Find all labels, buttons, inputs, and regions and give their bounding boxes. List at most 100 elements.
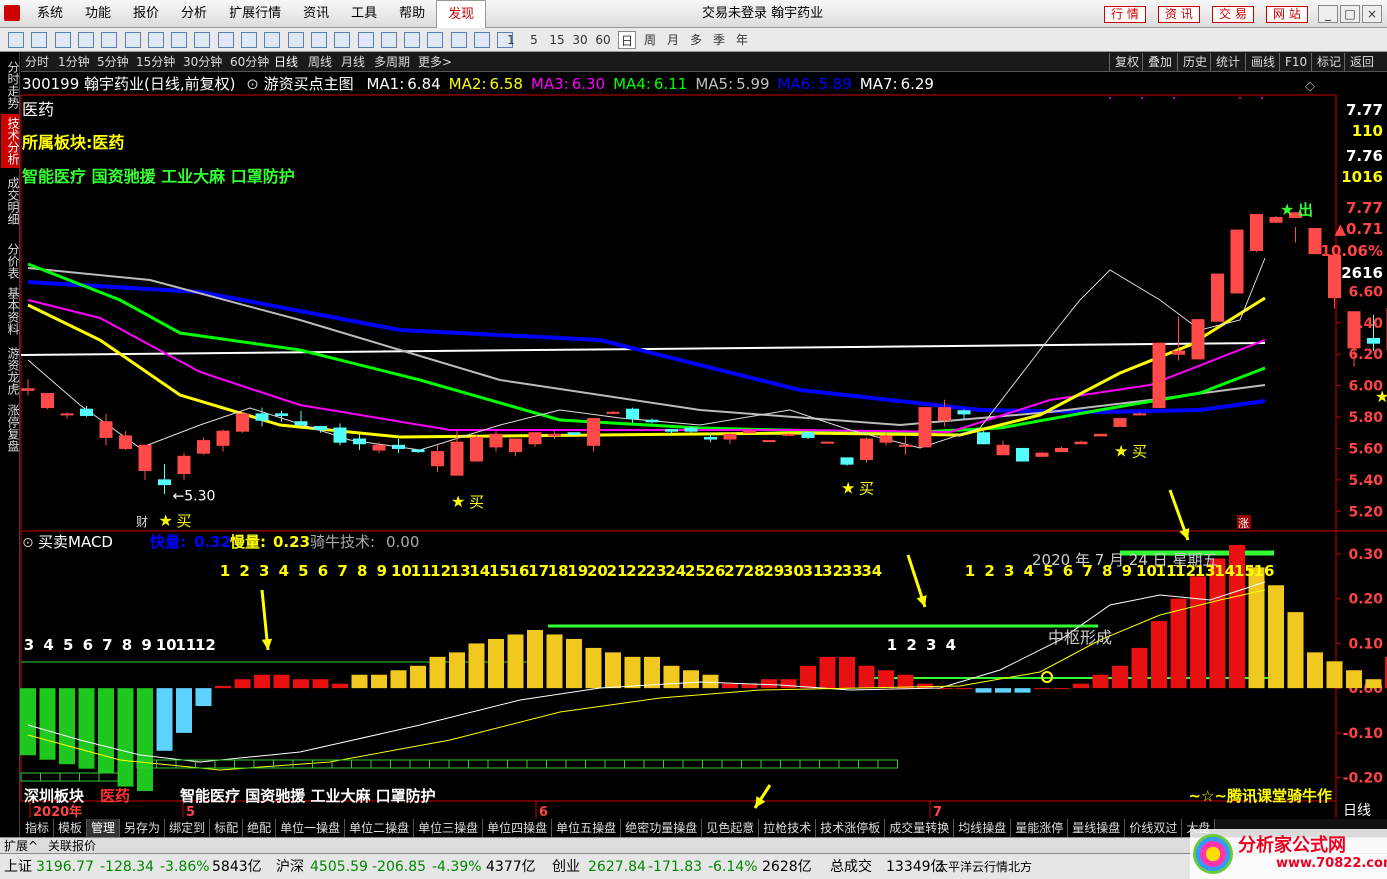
macd-bar[interactable] [1248,567,1265,689]
candle-body[interactable] [879,435,893,443]
macd-bar[interactable] [878,670,894,689]
macd-bar[interactable] [98,688,114,774]
macd-bar[interactable] [1346,670,1362,689]
candle-body[interactable] [1367,337,1380,344]
macd-bar[interactable] [819,656,836,689]
candle-body[interactable] [489,433,503,448]
candle-body[interactable] [1035,452,1049,457]
candle-body[interactable] [21,388,35,391]
macd-bar[interactable] [605,652,621,689]
formula-tab-18[interactable]: 量能涨停 [1011,819,1069,837]
candle-body[interactable] [1113,418,1127,427]
candle-body[interactable] [762,440,776,443]
macd-bar[interactable] [215,685,231,689]
candle-body[interactable] [801,432,815,438]
sub-collapse-icon[interactable]: ⊙ [22,535,34,551]
formula-tab-17[interactable]: 均线操盘 [954,819,1012,837]
candle-body[interactable] [938,407,951,421]
macd-bar[interactable] [566,638,582,689]
macd-bar[interactable] [1326,661,1343,689]
macd-bar[interactable] [390,670,407,689]
candle-body[interactable] [138,444,152,471]
formula-tab-14[interactable]: 拉枪技术 [759,819,817,837]
macd-bar[interactable] [39,688,56,760]
candle-body[interactable] [177,455,191,475]
candle-body[interactable] [353,438,366,445]
candle-body[interactable] [528,432,542,445]
formula-tab-13[interactable]: 见色起意 [702,819,760,837]
candle-body[interactable] [99,421,113,438]
macd-bar[interactable] [761,679,777,689]
candle-body[interactable] [1133,413,1146,416]
candle-body[interactable] [450,441,464,476]
macd-bar[interactable] [507,634,524,689]
candle-body[interactable] [743,430,756,434]
candle-body[interactable] [665,429,678,432]
macd-bar[interactable] [956,688,972,690]
macd-bar[interactable] [176,688,192,733]
macd-bar[interactable] [254,674,270,689]
macd-bar[interactable] [273,674,290,689]
candle-body[interactable] [1055,447,1068,453]
candle-body[interactable] [158,479,171,486]
candle-body[interactable] [626,408,639,420]
formula-tab-8[interactable]: 单位二操盘 [345,819,415,837]
macd-bar[interactable] [293,679,309,689]
candle-body[interactable] [431,451,444,467]
macd-bar[interactable] [410,665,426,689]
candle-body[interactable] [41,392,54,409]
candle-body[interactable] [1250,213,1263,252]
macd-bar[interactable] [917,683,933,689]
formula-tab-9[interactable]: 单位三操盘 [414,819,484,837]
candle-body[interactable] [606,411,620,414]
candle-body[interactable] [509,438,522,453]
formula-tab-2[interactable]: 管理 [87,819,121,837]
macd-bar[interactable] [156,688,173,751]
macd-bar[interactable] [78,688,95,769]
candle-body[interactable] [782,433,795,436]
macd-bar[interactable] [1365,679,1382,689]
macd-bar[interactable] [780,679,797,689]
formula-tab-3[interactable]: 另存为 [120,819,166,837]
candle-body[interactable] [548,433,561,437]
candle-body[interactable] [294,421,308,426]
macd-bar[interactable] [663,665,680,689]
macd-bar[interactable] [20,688,36,756]
candle-body[interactable] [977,432,990,445]
candle-body[interactable] [392,444,405,449]
macd-bar[interactable] [449,652,465,689]
candle-body[interactable] [236,413,249,432]
candle-body[interactable] [704,436,717,440]
candle-body[interactable] [840,457,854,465]
macd-bar[interactable] [1268,585,1284,689]
candle-body[interactable] [470,436,483,462]
formula-tab-19[interactable]: 量线操盘 [1068,819,1126,837]
macd-bar[interactable] [351,674,368,689]
candle-body[interactable] [1191,319,1205,360]
expand-button[interactable]: 扩展^ [4,838,38,854]
macd-bar[interactable] [1287,612,1304,689]
candle-body[interactable] [918,407,932,448]
macd-bar[interactable] [1190,576,1206,689]
formula-tab-20[interactable]: 价线双过 [1125,819,1183,837]
formula-tab-6[interactable]: 绝配 [243,819,277,837]
candle-body[interactable] [411,449,425,453]
macd-bar[interactable] [137,688,153,792]
candle-body[interactable] [197,440,210,454]
candle-body[interactable] [1308,228,1322,255]
macd-bar[interactable] [839,656,855,689]
macd-bar[interactable] [1053,688,1070,690]
formula-tab-16[interactable]: 成交量转换 [885,819,955,837]
candle-body[interactable] [216,430,230,446]
candle-body[interactable] [567,432,581,435]
candle-body[interactable] [1211,273,1224,322]
formula-tab-10[interactable]: 单位四操盘 [483,819,553,837]
macd-bar[interactable] [332,683,348,689]
macd-bar[interactable] [624,656,641,689]
macd-bar[interactable] [995,688,1011,693]
macd-bar[interactable] [371,674,387,689]
macd-bar[interactable] [1112,665,1128,689]
candle-body[interactable] [275,413,288,416]
macd-bar[interactable] [1151,621,1167,689]
macd-bar[interactable] [429,656,446,689]
